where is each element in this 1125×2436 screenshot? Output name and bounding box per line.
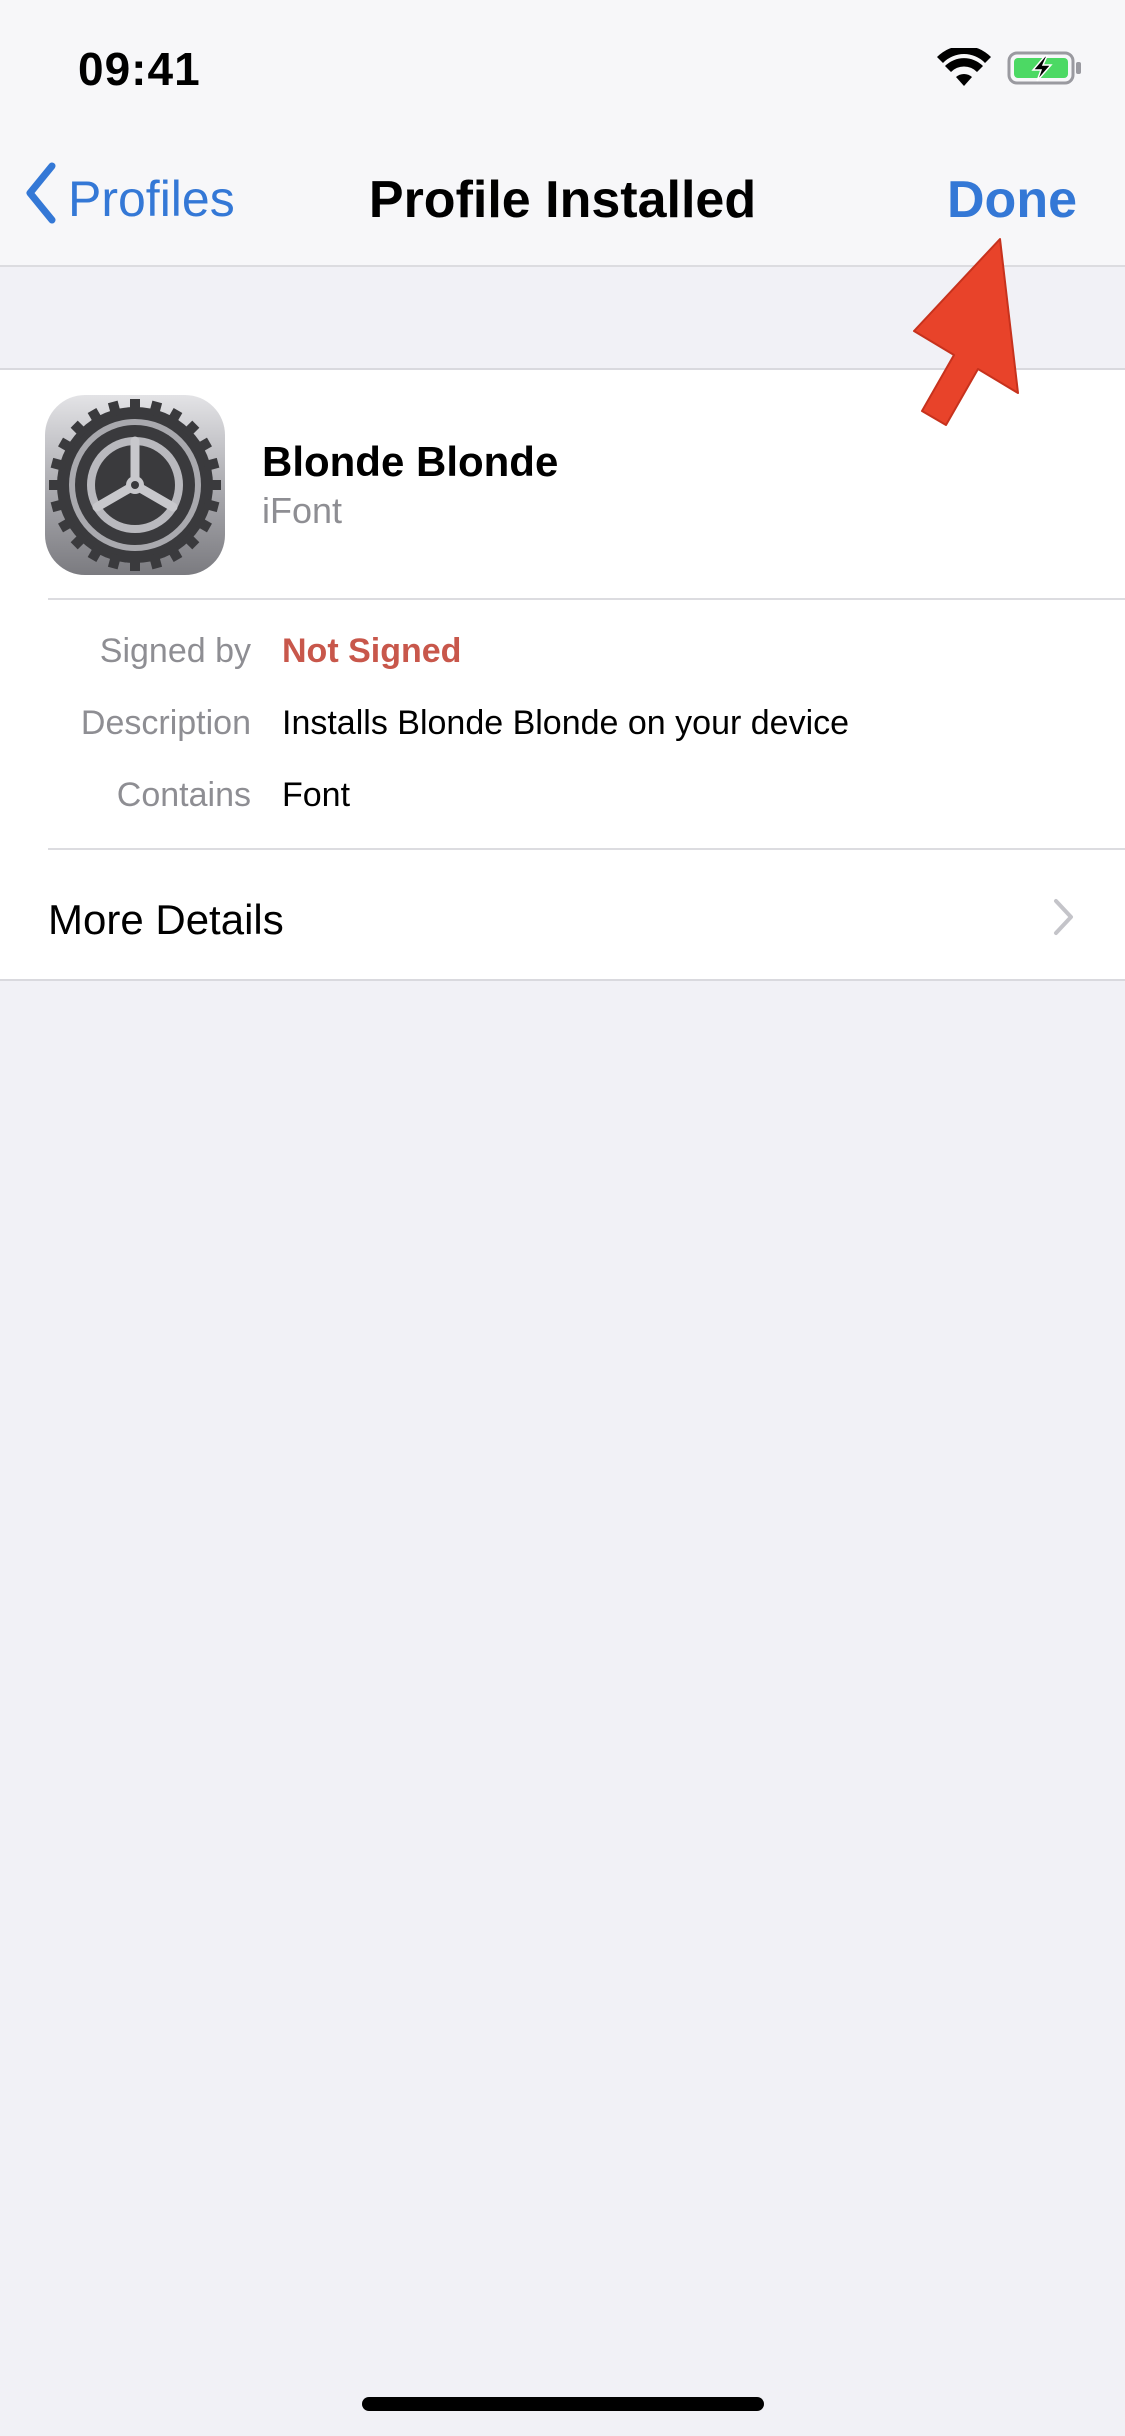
detail-label: Signed by	[99, 632, 251, 670]
chevron-right-icon	[1053, 898, 1075, 941]
profile-name: Blonde Blonde	[262, 438, 559, 485]
contains-value: Font	[282, 776, 351, 814]
settings-gear-icon	[45, 395, 225, 575]
signed-status-value: Not Signed	[282, 632, 462, 670]
more-details-row[interactable]: More Details	[0, 850, 1125, 980]
red-arrow-icon	[870, 225, 1030, 440]
detail-row-signed-by: Signed by Not Signed	[0, 632, 1125, 692]
profile-card: Blonde Blonde iFont Signed by Not Signed…	[0, 368, 1125, 981]
divider	[48, 598, 1125, 600]
status-time: 09:41	[78, 43, 201, 95]
detail-label: Description	[80, 704, 251, 742]
status-icons	[937, 45, 1083, 93]
detail-row-description: Description Installs Blonde Blonde on yo…	[0, 704, 1125, 764]
done-button[interactable]: Done	[947, 170, 1077, 230]
battery-charging-icon	[1007, 48, 1083, 93]
description-value: Installs Blonde Blonde on your device	[282, 704, 850, 742]
detail-label: Contains	[116, 776, 251, 814]
wifi-icon	[937, 45, 991, 93]
detail-row-contains: Contains Font	[0, 776, 1125, 836]
more-details-label: More Details	[48, 896, 284, 943]
home-indicator	[362, 2397, 764, 2411]
status-bar: 09:41	[0, 0, 1125, 140]
profile-organization: iFont	[262, 490, 343, 531]
